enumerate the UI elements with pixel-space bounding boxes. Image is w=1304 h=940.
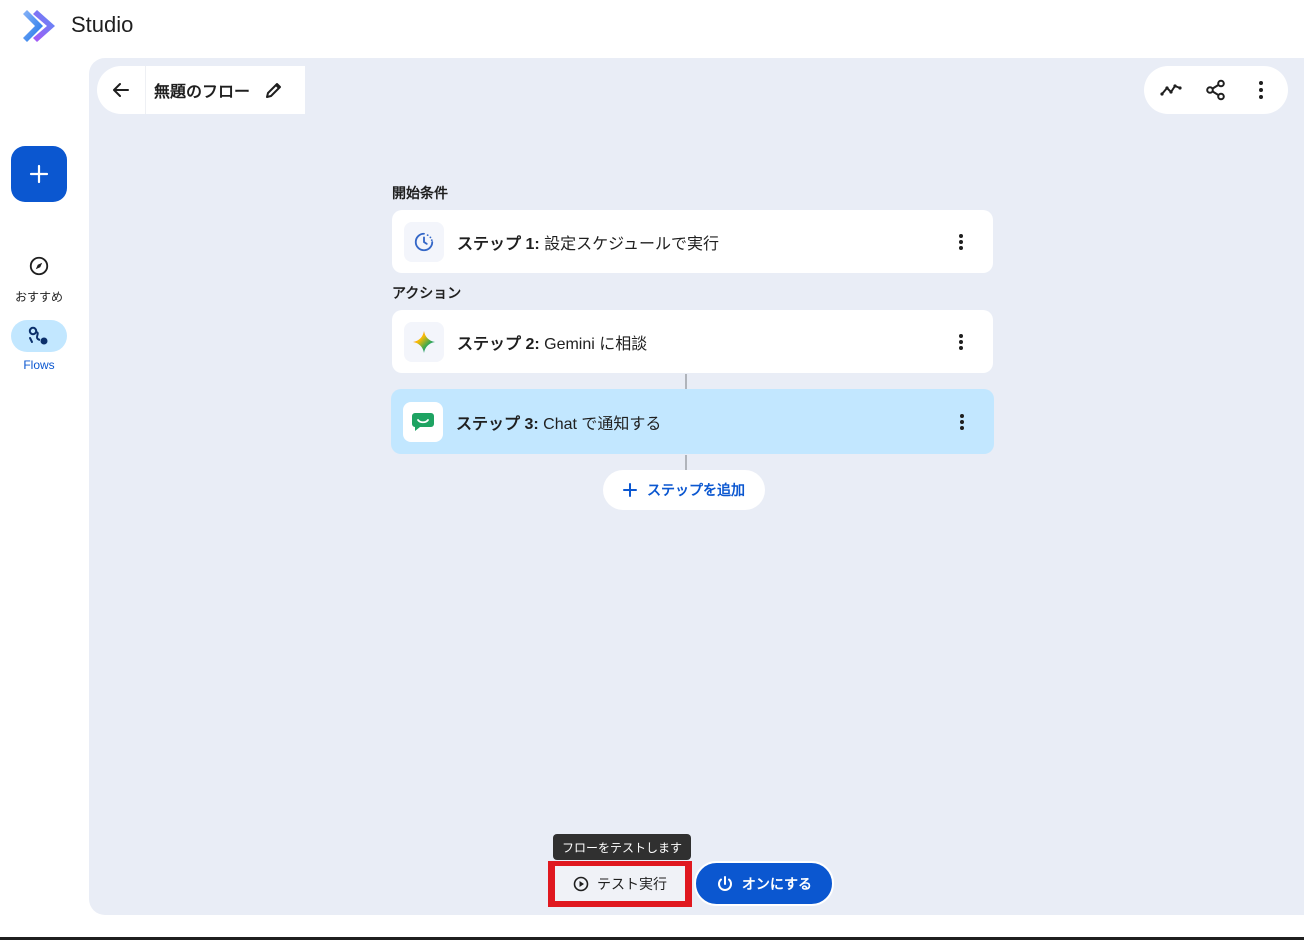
actions-heading: アクション <box>392 285 462 301</box>
step-1-title: 設定スケジュールで実行 <box>539 235 720 253</box>
flow-canvas: 無題のフロー 開始条件 ステップ 1: 設定スケジュールで実行 アクション ステ… <box>89 58 1304 915</box>
add-step-label: ステップを追加 <box>647 482 745 498</box>
plus-icon <box>29 164 49 184</box>
step-3-title: Chat で通知する <box>538 415 662 433</box>
step-3-label: ステップ 3: <box>456 415 539 433</box>
more-vert-icon <box>1259 81 1264 99</box>
step-1-label: ステップ 1: <box>457 235 540 253</box>
more-vert-icon <box>959 333 963 350</box>
turn-on-button[interactable]: オンにする <box>694 861 834 906</box>
test-run-tooltip: フローをテストします <box>553 834 691 860</box>
flows-icon <box>28 326 48 345</box>
more-vert-icon <box>959 233 963 250</box>
flow-name-field[interactable]: 無題のフロー <box>145 66 305 114</box>
plus-icon <box>623 483 637 497</box>
play-circle-icon <box>573 876 589 892</box>
pencil-icon <box>266 83 282 98</box>
flow-name: 無題のフロー <box>154 84 251 101</box>
rail-label-recommended: おすすめ <box>14 290 63 304</box>
arrow-back-icon <box>113 83 129 97</box>
step-connector <box>685 455 687 470</box>
app-title: Studio <box>71 12 134 37</box>
gemini-icon <box>404 321 444 362</box>
activity-icon <box>1160 84 1182 96</box>
more-options-button[interactable] <box>1241 70 1281 110</box>
studio-logo-icon <box>21 8 57 44</box>
more-vert-icon <box>960 413 964 430</box>
step-2-menu-button[interactable] <box>949 330 973 354</box>
chat-icon <box>403 401 443 442</box>
flow-actions-bar <box>1144 66 1288 114</box>
step-1-menu-button[interactable] <box>949 230 973 254</box>
start-condition-heading: 開始条件 <box>392 185 448 201</box>
step-connector <box>685 374 687 389</box>
step-card-3[interactable]: ステップ 3: Chat で通知する <box>391 389 994 454</box>
schedule-icon <box>404 221 444 262</box>
rail-item-recommended[interactable]: おすすめ <box>0 250 78 305</box>
rail-item-flows[interactable]: Flows <box>0 320 78 372</box>
edit-name-button[interactable] <box>264 80 284 100</box>
step-card-1[interactable]: ステップ 1: 設定スケジュールで実行 <box>392 210 993 273</box>
step-3-menu-button[interactable] <box>950 410 974 434</box>
rail-label-flows: Flows <box>23 358 55 372</box>
share-button[interactable] <box>1196 70 1236 110</box>
step-2-label: ステップ 2: <box>457 335 540 353</box>
flow-title-bar: 無題のフロー <box>97 66 305 114</box>
power-icon <box>716 875 734 893</box>
compass-icon <box>29 256 49 276</box>
share-icon <box>1206 79 1225 101</box>
turn-on-label: オンにする <box>741 875 813 892</box>
step-2-title: Gemini に相談 <box>539 335 648 353</box>
step-card-2[interactable]: ステップ 2: Gemini に相談 <box>392 310 993 373</box>
top-bar: Studio <box>0 0 1304 56</box>
create-button[interactable] <box>11 146 67 202</box>
back-button[interactable] <box>97 66 145 114</box>
test-run-button[interactable]: テスト実行 <box>555 866 685 901</box>
add-step-button[interactable]: ステップを追加 <box>603 470 765 510</box>
test-run-label: テスト実行 <box>597 875 667 892</box>
activity-button[interactable] <box>1151 70 1191 110</box>
